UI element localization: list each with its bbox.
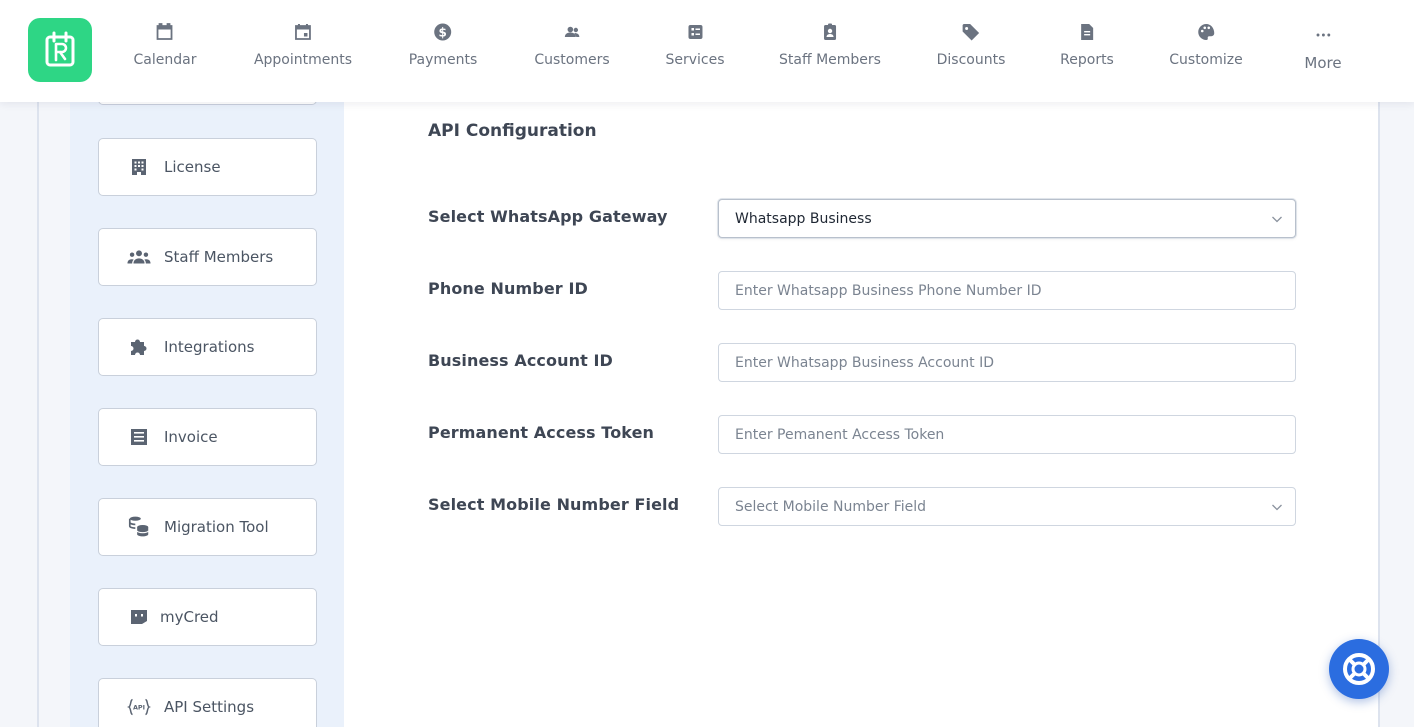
sidebar-item-migration-tool[interactable]: Migration Tool — [98, 498, 317, 556]
calendar-icon — [157, 23, 173, 40]
gateway-label: Select WhatsApp Gateway — [428, 207, 668, 226]
business-account-id-input[interactable] — [735, 354, 1275, 371]
nav-payments[interactable]: $ Payments — [408, 22, 478, 68]
mobile-field-label: Select Mobile Number Field — [428, 495, 680, 514]
nav-reports[interactable]: Reports — [1060, 22, 1114, 68]
nav-calendar-label: Calendar — [133, 52, 197, 68]
sidebar-item-label: Invoice — [164, 428, 218, 446]
nav-customize[interactable]: Customize — [1169, 22, 1243, 68]
calendar-event-icon — [295, 24, 311, 40]
nav-customers-label: Customers — [534, 52, 610, 68]
frame-border-left — [37, 102, 39, 727]
svg-text:API: API — [133, 703, 145, 711]
palette-icon — [1198, 24, 1214, 40]
sidebar-item-api-settings[interactable]: API API Settings — [98, 678, 317, 727]
api-icon: API — [127, 696, 151, 718]
mobile-field-placeholder: Select Mobile Number Field — [735, 498, 927, 515]
sidebar-item-label: myCred — [160, 608, 219, 626]
nav-payments-label: Payments — [408, 52, 478, 68]
sidebar-item-invoice[interactable]: Invoice — [98, 408, 317, 466]
logo-icon — [45, 31, 75, 67]
building-icon — [127, 156, 151, 178]
nav-reports-label: Reports — [1060, 52, 1114, 68]
nav-services[interactable]: Services — [665, 22, 725, 68]
sidebar-item-label: Staff Members — [164, 248, 274, 266]
help-support-button[interactable] — [1329, 639, 1389, 699]
sidebar-item-label: Migration Tool — [164, 518, 269, 536]
nav-more[interactable]: More — [1304, 26, 1342, 72]
chevron-down-icon — [1272, 216, 1282, 223]
nav-staff-members[interactable]: Staff Members — [779, 22, 881, 68]
more-dots-icon — [1316, 33, 1330, 37]
list-icon — [687, 25, 702, 39]
badge-icon — [824, 23, 836, 40]
sidebar-item-label: License — [164, 158, 221, 176]
business-account-id-field — [718, 343, 1296, 382]
phone-id-label: Phone Number ID — [428, 279, 588, 298]
users-icon — [127, 246, 151, 268]
mobile-number-field-select[interactable]: Select Mobile Number Field — [718, 487, 1296, 526]
whatsapp-gateway-select[interactable]: Whatsapp Business — [718, 199, 1296, 238]
chevron-down-icon — [1272, 504, 1282, 511]
frame-border-right — [1378, 102, 1380, 727]
section-title: API Configuration — [428, 121, 597, 141]
account-id-label: Business Account ID — [428, 351, 613, 370]
tag-icon — [962, 24, 980, 41]
puzzle-icon — [127, 336, 151, 358]
top-navbar: Calendar Appointments $ Payments Custome… — [0, 0, 1414, 102]
file-icon — [1080, 24, 1093, 40]
access-token-field — [718, 415, 1296, 454]
mycred-icon — [127, 606, 151, 628]
sidebar-item-staff-members[interactable]: Staff Members — [98, 228, 317, 286]
nav-discounts[interactable]: Discounts — [936, 22, 1006, 68]
nav-customize-label: Customize — [1169, 52, 1243, 68]
phone-number-id-field — [718, 271, 1296, 310]
gateway-selected-value: Whatsapp Business — [735, 210, 872, 227]
nav-staff-members-label: Staff Members — [779, 52, 881, 68]
sidebar-item-label: Integrations — [164, 338, 255, 356]
users-icon — [564, 26, 579, 37]
nav-appointments-label: Appointments — [253, 52, 353, 68]
database-icon — [127, 516, 151, 538]
sidebar-item-label: API Settings — [164, 698, 255, 716]
sidebar-item-license[interactable]: License — [98, 138, 317, 196]
nav-calendar[interactable]: Calendar — [133, 22, 197, 68]
lifebuoy-icon — [1343, 653, 1375, 685]
nav-appointments[interactable]: Appointments — [254, 22, 352, 68]
dollar-icon: $ — [434, 23, 452, 41]
nav-customers[interactable]: Customers — [534, 22, 610, 68]
app-logo[interactable] — [28, 18, 92, 82]
nav-services-label: Services — [665, 52, 725, 68]
sidebar-item-mycred[interactable]: myCred — [98, 588, 317, 646]
receipt-icon — [127, 426, 151, 448]
token-label: Permanent Access Token — [428, 423, 655, 442]
access-token-input[interactable] — [735, 426, 1275, 443]
sidebar-item-integrations[interactable]: Integrations — [98, 318, 317, 376]
svg-text:$: $ — [439, 26, 447, 40]
nav-more-label: More — [1304, 54, 1342, 72]
nav-discounts-label: Discounts — [936, 52, 1006, 68]
phone-number-id-input[interactable] — [735, 282, 1275, 299]
